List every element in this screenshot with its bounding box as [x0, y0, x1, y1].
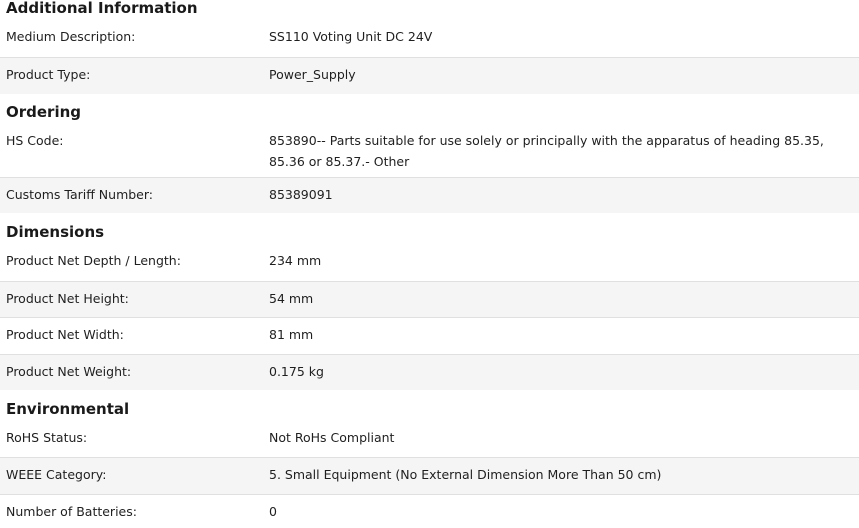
- spec-value: 5. Small Equipment (No External Dimensio…: [269, 467, 662, 482]
- spec-label: Product Net Depth / Length:: [6, 253, 181, 268]
- spec-row-product-net-weight: Product Net Weight: 0.175 kg: [0, 354, 859, 390]
- spec-value: 54 mm: [269, 291, 314, 306]
- spec-value: 234 mm: [269, 253, 322, 268]
- spec-row-number-of-batteries: Number of Batteries: 0: [0, 494, 859, 527]
- spec-row-hs-code: HS Code: 853890-- Parts suitable for use…: [0, 124, 859, 177]
- spec-row-product-net-height: Product Net Height: 54 mm: [0, 281, 859, 317]
- spec-label: Customs Tariff Number:: [6, 187, 154, 202]
- spec-label: Product Net Height:: [6, 291, 129, 306]
- section-title-dimensions: Dimensions: [6, 223, 105, 241]
- spec-label: Medium Description:: [6, 29, 136, 44]
- spec-value: 853890-- Parts suitable for use solely o…: [269, 133, 824, 169]
- section-title-ordering: Ordering: [6, 103, 82, 121]
- spec-label: Product Net Weight:: [6, 364, 132, 379]
- spec-value: SS110 Voting Unit DC 24V: [269, 29, 433, 44]
- spec-label: Product Type:: [6, 67, 91, 82]
- spec-row-weee-category: WEEE Category: 5. Small Equipment (No Ex…: [0, 457, 859, 494]
- section-title-environmental: Environmental: [6, 400, 130, 418]
- section-title-additional-information: Additional Information: [6, 0, 198, 17]
- spec-value: 85389091: [269, 187, 333, 202]
- spec-row-product-net-depth: Product Net Depth / Length: 234 mm: [0, 244, 859, 281]
- spec-label: WEEE Category:: [6, 467, 107, 482]
- spec-row-product-net-width: Product Net Width: 81 mm: [0, 317, 859, 354]
- spec-row-product-type: Product Type: Power_Supply: [0, 57, 859, 94]
- spec-value: Power_Supply: [269, 67, 356, 82]
- spec-label: HS Code:: [6, 133, 64, 148]
- spec-row-rohs-status: RoHS Status: Not RoHs Compliant: [0, 421, 859, 457]
- spec-value: Not RoHs Compliant: [269, 430, 395, 445]
- spec-value: 0: [269, 504, 277, 519]
- spec-label: Product Net Width:: [6, 327, 124, 342]
- spec-label: Number of Batteries:: [6, 504, 137, 519]
- spec-row-customs-tariff-number: Customs Tariff Number: 85389091: [0, 177, 859, 213]
- spec-label: RoHS Status:: [6, 430, 88, 445]
- spec-value: 0.175 kg: [269, 364, 324, 379]
- spec-row-medium-description: Medium Description: SS110 Voting Unit DC…: [0, 20, 859, 57]
- spec-value: 81 mm: [269, 327, 314, 342]
